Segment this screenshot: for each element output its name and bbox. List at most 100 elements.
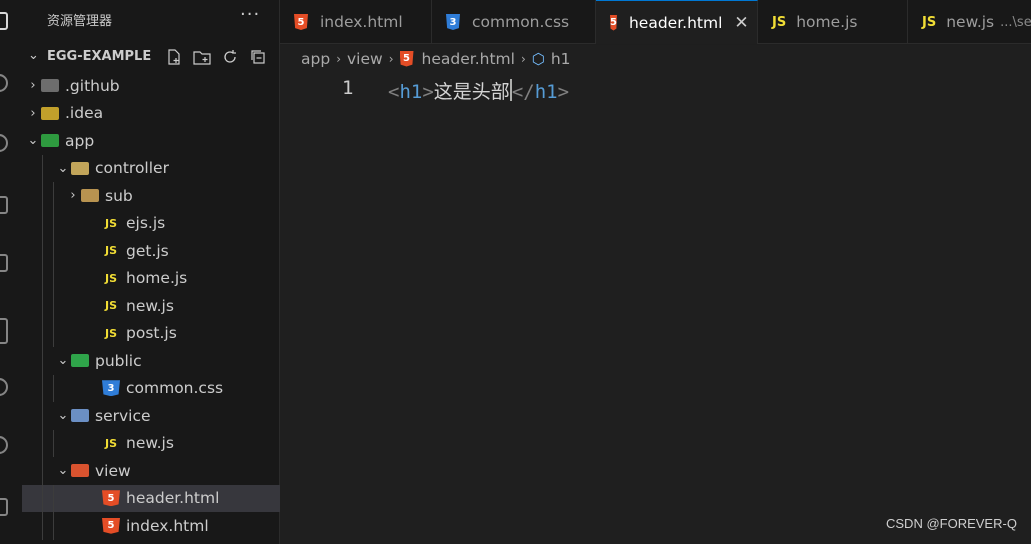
- editor-tabs: 5 index.html 3 common.css 5 header.html …: [280, 0, 1031, 44]
- breadcrumb-item-symbol[interactable]: h1: [551, 50, 571, 68]
- chevron-right-icon: ›: [336, 51, 341, 66]
- tree-item-label: home.js: [126, 269, 188, 288]
- tree-item[interactable]: JS post.js: [22, 319, 280, 347]
- public-folder-icon: [71, 354, 89, 368]
- chevron-down-icon[interactable]: ⌄: [55, 353, 71, 368]
- tree-item[interactable]: ⌄ view: [22, 457, 280, 485]
- tree-item-label: app: [65, 131, 95, 150]
- view-folder-icon: [71, 464, 89, 478]
- tab-description: ...\ser: [1000, 14, 1031, 30]
- tree-item-label: header.html: [126, 489, 220, 508]
- tree-item-label: controller: [95, 159, 169, 178]
- tree-item[interactable]: JS home.js: [22, 264, 280, 292]
- remote-explorer-icon[interactable]: [0, 318, 8, 344]
- chevron-right-icon[interactable]: ›: [65, 188, 81, 203]
- js-icon: JS: [104, 271, 117, 285]
- tree-item[interactable]: 5 index.html: [22, 512, 280, 540]
- chevron-right-icon[interactable]: ›: [25, 106, 41, 121]
- breadcrumb-item-view[interactable]: view: [347, 50, 383, 68]
- js-icon: JS: [104, 299, 117, 313]
- search-icon[interactable]: [0, 74, 8, 92]
- indent-guide: [42, 347, 43, 375]
- css-icon: 3: [102, 380, 120, 397]
- extensions-icon[interactable]: [0, 254, 8, 272]
- tab-home-js[interactable]: JS home.js: [758, 0, 908, 44]
- docker-icon[interactable]: [0, 498, 8, 516]
- indent-guide: [53, 264, 54, 292]
- tab-new-js[interactable]: JS new.js ...\ser: [908, 0, 1031, 44]
- tab-label: common.css: [472, 13, 570, 31]
- js-icon: JS: [104, 326, 117, 340]
- tab-header-html[interactable]: 5 header.html ✕: [596, 0, 758, 44]
- indent-guide: [42, 154, 43, 182]
- breadcrumb-item-file[interactable]: header.html: [422, 50, 515, 68]
- chevron-down-icon[interactable]: ⌄: [25, 133, 41, 148]
- tree-item[interactable]: ⌄ app: [22, 127, 280, 155]
- tree-item[interactable]: JS get.js: [22, 237, 280, 265]
- project-header[interactable]: ⌄ EGG-EXAMPLE: [22, 44, 280, 70]
- git-graph-icon[interactable]: [0, 436, 8, 454]
- tree-item[interactable]: › .github: [22, 72, 280, 100]
- vscode-window: 资源管理器 ··· ⌄ EGG-EXAMPLE › .github › .idea: [0, 0, 1031, 544]
- new-folder-icon[interactable]: [191, 46, 213, 68]
- indent-guide: [42, 402, 43, 430]
- tag-name: h1: [534, 81, 558, 103]
- tag-bracket: >: [422, 81, 434, 103]
- close-icon[interactable]: ✕: [734, 13, 748, 33]
- tag-bracket: >: [557, 81, 570, 103]
- tree-item-label: ejs.js: [126, 214, 166, 233]
- breadcrumb-item-app[interactable]: app: [301, 50, 330, 68]
- indent-guide: [42, 512, 43, 540]
- run-debug-icon[interactable]: [0, 196, 8, 214]
- symbol-element-icon: ⬡: [531, 49, 545, 68]
- html-icon: 5: [610, 14, 617, 31]
- indent-guide: [53, 374, 54, 402]
- code-editor[interactable]: 1 <h1>这是头部 </h1>: [280, 72, 1031, 544]
- html-icon: 5: [294, 14, 308, 30]
- tree-item[interactable]: › sub: [22, 182, 280, 210]
- tree-item[interactable]: 3 common.css: [22, 374, 280, 402]
- tab-common-css[interactable]: 3 common.css: [432, 0, 596, 44]
- tree-item[interactable]: JS ejs.js: [22, 209, 280, 237]
- indent-guide: [53, 292, 54, 320]
- testing-icon[interactable]: [0, 378, 8, 396]
- chevron-down-icon[interactable]: ⌄: [55, 408, 71, 423]
- tree-item-label: sub: [105, 186, 133, 205]
- chevron-down-icon[interactable]: ⌄: [55, 161, 71, 176]
- source-control-icon[interactable]: [0, 134, 8, 152]
- project-name: EGG-EXAMPLE: [47, 49, 152, 64]
- chevron-down-icon[interactable]: ⌄: [55, 463, 71, 478]
- text-content: 这是头部: [433, 81, 510, 103]
- collapse-all-icon[interactable]: [247, 46, 269, 68]
- folder-icon: [81, 189, 99, 203]
- chevron-right-icon[interactable]: ›: [25, 78, 41, 93]
- js-icon: JS: [104, 216, 117, 230]
- code-line[interactable]: <h1>这是头部 </h1>: [388, 77, 569, 104]
- tree-item[interactable]: 5 header.html: [22, 484, 280, 512]
- tree-item[interactable]: ⌄ service: [22, 402, 280, 430]
- indent-guide: [53, 209, 54, 237]
- explorer-icon[interactable]: [0, 12, 8, 30]
- indent-guide: [42, 209, 43, 237]
- tab-label: index.html: [320, 13, 403, 31]
- tree-item-label: index.html: [126, 516, 209, 535]
- indent-guide: [53, 484, 54, 512]
- chevron-down-icon: ⌄: [28, 48, 39, 63]
- indent-guide: [42, 182, 43, 210]
- tree-item-label: new.js: [126, 296, 174, 315]
- more-actions-button[interactable]: ···: [240, 4, 260, 25]
- tag-bracket: </: [511, 81, 535, 103]
- refresh-icon[interactable]: [219, 46, 241, 68]
- tree-item-label: public: [95, 351, 142, 370]
- html-icon: 5: [102, 517, 120, 534]
- tree-item[interactable]: JS new.js: [22, 292, 280, 320]
- tree-item[interactable]: › .idea: [22, 100, 280, 128]
- tag-name: h1: [399, 81, 423, 103]
- new-file-icon[interactable]: [163, 46, 185, 68]
- html-icon: 5: [399, 50, 414, 67]
- tree-item[interactable]: ⌄ public: [22, 347, 280, 375]
- tree-item[interactable]: ⌄ controller: [22, 154, 280, 182]
- tab-index-html[interactable]: 5 index.html: [280, 0, 432, 44]
- tree-item[interactable]: JS new.js: [22, 429, 280, 457]
- css-icon: 3: [446, 14, 460, 30]
